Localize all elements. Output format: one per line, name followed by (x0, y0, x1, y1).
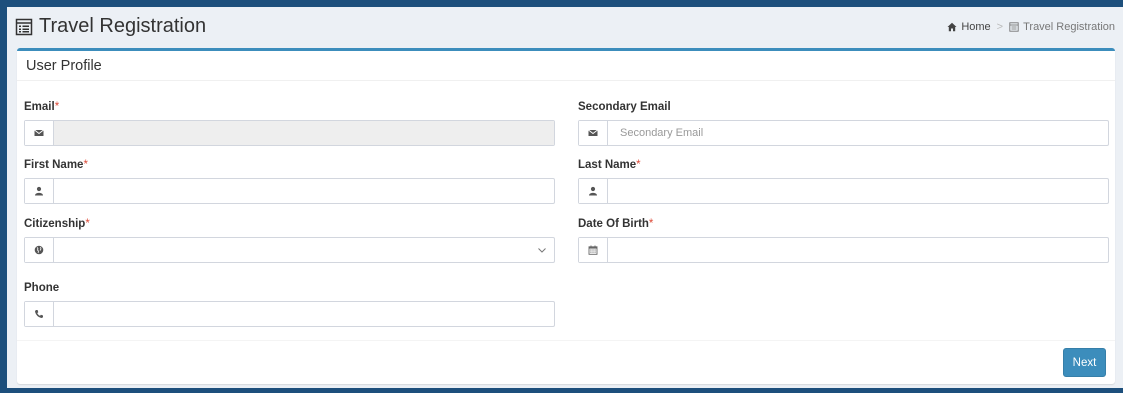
content-header: Travel Registration Home > Travel Regist… (7, 7, 1123, 47)
page-title: Travel Registration (15, 15, 206, 38)
dob-input[interactable] (608, 238, 1108, 262)
chevron-down-icon (538, 248, 546, 253)
secondary-email-field-group: Secondary Email (578, 101, 1109, 146)
first-name-field-group: First Name* (24, 159, 555, 204)
phone-input[interactable] (54, 302, 554, 326)
last-name-label: Last Name* (578, 159, 641, 171)
dob-input-group (578, 237, 1109, 263)
citizenship-field-group: Citizenship* (24, 218, 555, 263)
citizenship-value (54, 238, 530, 262)
email-input-group (24, 120, 555, 146)
citizenship-label: Citizenship* (24, 218, 90, 230)
last-name-input[interactable] (608, 179, 1108, 203)
calendar-icon (588, 245, 598, 255)
box-title: User Profile (17, 51, 1115, 81)
user-icon (589, 186, 597, 196)
email-label: Email* (24, 101, 60, 113)
phone-input-group (24, 301, 555, 327)
last-name-field-group: Last Name* (578, 159, 1109, 204)
user-profile-box: User Profile Email* Secondary Email Seco… (17, 48, 1115, 384)
phone-label: Phone (24, 282, 60, 294)
phone-icon (35, 310, 43, 318)
first-name-input-group (24, 178, 555, 204)
citizenship-select[interactable] (24, 237, 555, 263)
list-alt-icon (1009, 22, 1019, 32)
breadcrumb-separator: > (996, 21, 1004, 33)
list-alt-icon (15, 18, 33, 35)
secondary-email-label: Secondary Email (578, 101, 671, 113)
email-input[interactable] (54, 121, 554, 145)
secondary-email-input[interactable] (608, 121, 1108, 145)
envelope-icon (34, 129, 44, 136)
dob-label: Date Of Birth* (578, 218, 654, 230)
globe-icon (34, 245, 44, 255)
dob-field-group: Date Of Birth* (578, 218, 1109, 263)
home-icon (947, 22, 957, 32)
first-name-label: First Name* (24, 159, 88, 171)
box-footer: Next (17, 340, 1115, 384)
page-title-text: Travel Registration (39, 15, 207, 37)
phone-field-group: Phone (24, 282, 555, 327)
last-name-input-group (578, 178, 1109, 204)
breadcrumb-home-link[interactable]: Home (961, 21, 990, 33)
user-icon (35, 186, 43, 196)
secondary-email-input-group (578, 120, 1109, 146)
first-name-input[interactable] (54, 179, 554, 203)
next-button[interactable]: Next (1063, 348, 1106, 377)
envelope-icon (588, 129, 598, 136)
breadcrumb: Home > Travel Registration (947, 21, 1115, 33)
content-wrapper: Travel Registration Home > Travel Regist… (7, 7, 1123, 388)
breadcrumb-current: Travel Registration (1023, 21, 1115, 33)
email-field-group: Email* (24, 101, 555, 146)
